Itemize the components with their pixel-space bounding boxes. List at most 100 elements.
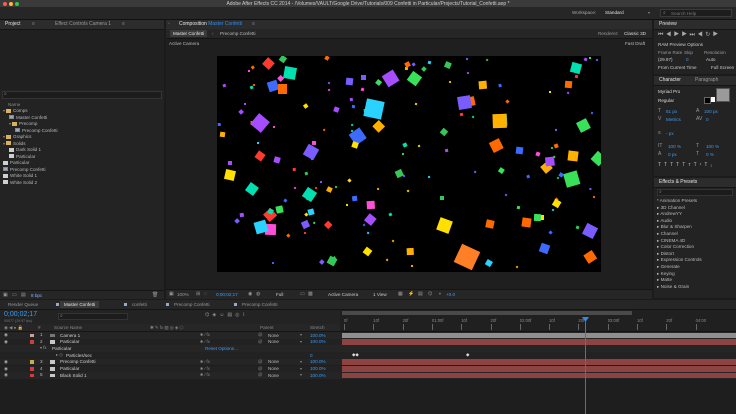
layer-name[interactable]: Camera 1: [60, 333, 80, 338]
effects-category[interactable]: ▸ Blur & Sharpen: [657, 224, 735, 231]
new-folder-icon[interactable]: ▭: [12, 292, 17, 298]
effects-category[interactable]: ▸ Matte: [657, 277, 735, 284]
frame-blending-icon[interactable]: ▤: [227, 312, 235, 318]
layer-label-color[interactable]: [30, 367, 34, 371]
work-area-bar[interactable]: [342, 311, 632, 315]
timeline-tab[interactable]: Render Queue: [4, 301, 42, 308]
fast-preview-icon[interactable]: ⚡: [408, 291, 414, 297]
black-swatch[interactable]: [704, 97, 711, 104]
effects-category[interactable]: ▸ Noise & Grain: [657, 284, 735, 291]
effects-category[interactable]: ▸ Distort: [657, 251, 735, 258]
effects-category[interactable]: ▸ CINEMA 4D: [657, 238, 735, 245]
chevron-down-icon[interactable]: ▾: [300, 359, 302, 364]
layer-switches[interactable]: ✱ ∕ fx: [200, 366, 210, 371]
chevron-down-icon[interactable]: ▾: [300, 332, 302, 337]
timeline-layer-row[interactable]: ◉ 2 Particular ✱ ∕ fx None ▾ @100.0%: [0, 338, 736, 346]
frame-rate-select[interactable]: (29.97): [658, 57, 673, 62]
chevron-down-icon[interactable]: ▾: [300, 372, 302, 377]
layer-switches[interactable]: ✱ ∕ fx: [200, 332, 210, 337]
effects-category[interactable]: ▸ Keying: [657, 271, 735, 278]
exposure-value[interactable]: +0.0: [446, 292, 455, 297]
visibility-eye-icon[interactable]: ◉: [4, 366, 8, 372]
chevron-down-icon[interactable]: ▾: [648, 10, 650, 15]
effects-category[interactable]: ▸ Color Correction: [657, 244, 735, 251]
show-channel-icon[interactable]: ◍: [256, 291, 260, 297]
always-preview-icon[interactable]: ▣: [169, 291, 174, 297]
view-camera-select[interactable]: Active Camera: [328, 292, 358, 297]
stroke-width-value[interactable]: - px: [666, 131, 674, 136]
effects-category[interactable]: ▸ 3D Channel: [657, 205, 735, 212]
parent-select[interactable]: None: [268, 366, 279, 371]
tab-composition[interactable]: Composition Master Confetti: [176, 20, 245, 28]
timeline-tab[interactable]: Master Confetti: [60, 301, 100, 308]
visibility-eye-icon[interactable]: ◉: [4, 332, 8, 338]
panel-menu-icon[interactable]: ≡: [122, 21, 125, 27]
stretch-value[interactable]: 100.0%: [310, 359, 326, 364]
trash-icon[interactable]: 🗑: [152, 292, 158, 298]
pixel-aspect-icon[interactable]: ▦: [398, 291, 403, 297]
layer-switches[interactable]: ✱ ∕ fx: [200, 339, 210, 344]
graph-editor-icon[interactable]: ⌇: [242, 312, 247, 318]
tab-project[interactable]: Project: [2, 20, 24, 28]
current-time[interactable]: 0;00;02;17: [216, 292, 238, 297]
tab-preview[interactable]: Preview: [656, 20, 680, 28]
search-help-input[interactable]: ⌕ Search Help: [660, 9, 732, 17]
subtab-precomp-confetti[interactable]: Precomp Confetti: [220, 31, 256, 36]
composition-viewer[interactable]: [217, 56, 601, 272]
project-item[interactable]: White Solid 2: [0, 180, 164, 187]
layer-name[interactable]: Particular: [60, 366, 79, 371]
keyframe-icon[interactable]: ◆◆: [352, 352, 359, 358]
timeline-tab[interactable]: Precomp Confetti: [238, 301, 282, 308]
all-caps-icon[interactable]: TT: [670, 162, 682, 168]
baseline-shift-value[interactable]: 0 px: [668, 152, 677, 157]
layer-label-color[interactable]: [30, 373, 34, 378]
prev-frame-icon[interactable]: ◀: [666, 32, 674, 38]
effects-category[interactable]: ▸ Audio: [657, 218, 735, 225]
stretch-value[interactable]: 100.0%: [310, 366, 326, 371]
kerning-value[interactable]: Metrics: [666, 117, 681, 122]
first-frame-icon[interactable]: ⏮: [658, 32, 666, 38]
fill-color-swatch[interactable]: [716, 88, 730, 102]
timeline-tab[interactable]: confetti: [128, 301, 151, 308]
layer-duration-bar[interactable]: [342, 366, 736, 372]
timeline-ruler[interactable]: 0f 10f 20f 01:00f 10f 20f 02:00f 10f 20f 03:00f 10…: [340, 310, 736, 332]
effects-category[interactable]: ▸ Expression Controls: [657, 257, 735, 264]
workspace-select[interactable]: Standard: [605, 10, 624, 15]
stretch-value[interactable]: 0: [310, 353, 313, 358]
font-size-value[interactable]: 51 px: [666, 109, 677, 114]
chevron-down-icon[interactable]: ▾: [300, 366, 302, 371]
effects-category[interactable]: ▸ Generate: [657, 264, 735, 271]
small-caps-icon[interactable]: Tт: [682, 162, 693, 168]
keyframe-icon[interactable]: ◆: [466, 352, 469, 358]
full-screen-checkbox[interactable]: Full Screen: [711, 65, 734, 70]
loop-icon[interactable]: ↻: [705, 32, 713, 38]
flowchart-icon[interactable]: ⌬: [428, 291, 432, 297]
exposure-icon[interactable]: ◑: [438, 291, 441, 297]
tsume-value[interactable]: 0 %: [706, 152, 714, 157]
parent-select[interactable]: None: [268, 339, 279, 344]
timeline-tab[interactable]: Precomp Confetti: [170, 301, 214, 308]
effects-category[interactable]: * Animation Presets: [657, 198, 735, 205]
effect-reset-options[interactable]: Reset Options...: [205, 346, 238, 351]
stretch-value[interactable]: 100.0%: [310, 333, 326, 338]
ram-preview-options[interactable]: RAM Preview Options: [658, 42, 703, 47]
panel-menu-icon[interactable]: ≡: [32, 21, 35, 27]
layer-duration-bar[interactable]: [342, 339, 736, 345]
font-family-select[interactable]: Myriad Pro: [658, 89, 680, 94]
panel-menu-icon[interactable]: ≡: [252, 21, 255, 27]
layer-name[interactable]: Precomp Confetti: [60, 359, 96, 364]
tab-effect-controls[interactable]: Effect Controls Camera 1: [52, 20, 114, 28]
layer-duration-bar[interactable]: [342, 372, 736, 379]
effects-search-input[interactable]: ⌕: [657, 189, 733, 196]
transparency-grid-icon[interactable]: ▩: [308, 291, 313, 297]
ram-preview-icon[interactable]: ▶: [713, 32, 721, 38]
disclosure-triangle-icon[interactable]: ▾: [9, 121, 11, 126]
pick-whip-icon[interactable]: @: [258, 366, 262, 371]
font-style-select[interactable]: Regular: [658, 98, 674, 103]
pick-whip-icon[interactable]: @: [258, 332, 262, 337]
layer-label-color[interactable]: [30, 340, 34, 344]
layer-label-color[interactable]: [30, 360, 34, 364]
layer-duration-bar[interactable]: [342, 332, 736, 338]
layer-label-color[interactable]: [30, 333, 34, 337]
timeline-layer-row[interactable]: ◉ 1 Camera 1 ✱ ∕ fx None ▾ @100.0%: [0, 332, 736, 339]
